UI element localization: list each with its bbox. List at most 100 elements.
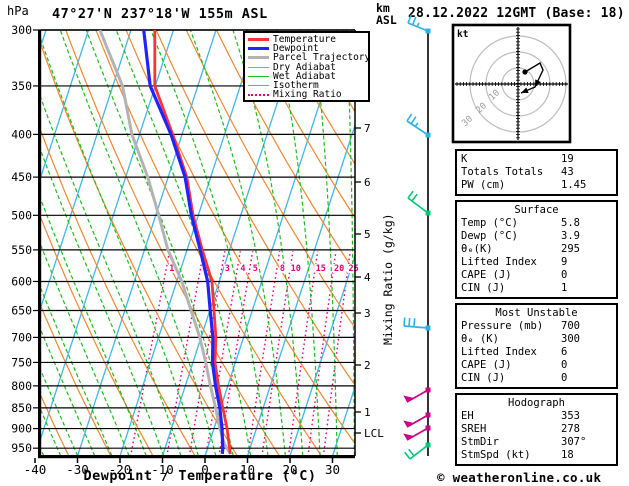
- pressure-tick-label: 400: [11, 127, 32, 141]
- stats-row: StmDir 307°: [461, 436, 612, 449]
- stats-value: 18: [561, 449, 574, 461]
- stats-value: 43: [561, 166, 574, 178]
- isotherm-line: [0, 30, 4, 456]
- stats-row: CAPE (J) 0: [461, 269, 612, 282]
- barb-level-dot: [425, 412, 431, 418]
- km-tick-label: 6: [364, 176, 371, 189]
- hodograph: kt102030: [451, 23, 572, 144]
- wind-barb: [403, 317, 431, 331]
- barb-feather: [413, 318, 416, 327]
- stats-row: K 19: [461, 153, 612, 166]
- isotherm-line: [76, 30, 217, 456]
- km-tick-label: 3: [364, 307, 371, 320]
- hodograph-unit-label: kt: [457, 29, 468, 40]
- stats-label: Temp (°C): [461, 217, 518, 229]
- stats-row: CIN (J) 1: [461, 282, 612, 295]
- lcl-marker-label: LCL: [364, 427, 384, 440]
- barb-half-feather: [414, 122, 419, 127]
- isotherm-line: [119, 30, 260, 456]
- stats-label: StmSpd (kt): [461, 449, 531, 461]
- stats-label: Totals Totals: [461, 166, 544, 178]
- wind-barb: [407, 190, 431, 216]
- legend-line-sample: [248, 47, 269, 51]
- stats-value: 1: [561, 282, 568, 294]
- barb-feather: [404, 451, 411, 460]
- stats-label: Lifted Index: [461, 256, 537, 268]
- barb-feather: [411, 16, 417, 26]
- mixing-ratio-value-label: 8: [280, 264, 285, 274]
- mixing-ratio-axis-title: Mixing Ratio (g/kg): [381, 213, 395, 345]
- barb-feather: [411, 193, 418, 202]
- barb-feather: [408, 448, 415, 457]
- barb-level-dot: [425, 442, 431, 448]
- plot-border-left: [38, 30, 42, 458]
- wind-barb-column: [403, 14, 431, 460]
- barb-feather: [410, 116, 417, 125]
- mixing-ratio-value-label: 5: [253, 264, 258, 274]
- pressure-tick-label: 700: [11, 330, 32, 344]
- barb-half-feather: [416, 22, 420, 28]
- barb-feather: [407, 14, 412, 24]
- legend-line-sample: [248, 85, 269, 87]
- stats-value: 19: [561, 153, 574, 165]
- stats-label: Lifted Index: [461, 346, 537, 358]
- legend-line-sample: [248, 56, 269, 60]
- stats-label: EH: [461, 410, 474, 422]
- km-tick-label: 1: [364, 406, 371, 419]
- barb-staff: [407, 197, 429, 214]
- stats-row: Lifted Index 6: [461, 346, 612, 359]
- stats-table-title: Surface: [514, 204, 559, 216]
- stats-label: θₑ(K): [461, 243, 493, 255]
- hodograph-start-dot: [522, 69, 528, 75]
- barb-staff: [406, 414, 429, 428]
- stats-label: SREH: [461, 423, 487, 435]
- barb-feather: [406, 113, 413, 122]
- stats-label: PW (cm): [461, 179, 506, 191]
- stats-label: CAPE (J): [461, 269, 512, 281]
- barb-feather: [408, 317, 411, 327]
- legend-label: Mixing Ratio: [273, 89, 342, 101]
- stats-value: 0: [561, 359, 568, 371]
- legend-row: Mixing Ratio: [248, 90, 365, 99]
- stats-row: Totals Totals 43: [461, 166, 612, 179]
- barb-pennant: [403, 395, 414, 402]
- plot-border-bottom: [38, 455, 355, 459]
- stats-row: EH 353: [461, 410, 612, 423]
- stats-label: θₑ (K): [461, 333, 499, 345]
- wind-barb: [407, 14, 431, 34]
- mixing-ratio-value-label: 4: [240, 264, 245, 274]
- stats-row: CAPE (J) 0: [461, 359, 612, 372]
- legend-line-sample: [248, 75, 269, 77]
- pressure-tick-label: 850: [11, 401, 32, 415]
- barb-staff: [406, 427, 429, 441]
- dry-adiabat-line: [41, 43, 238, 456]
- pressure-tick-label: 450: [11, 170, 32, 184]
- stats-row: PW (cm) 1.45: [461, 179, 612, 192]
- stats-table-title: Most Unstable: [495, 307, 578, 319]
- wind-barb: [403, 425, 431, 441]
- barb-staff: [406, 389, 429, 403]
- stats-row: Lifted Index 9: [461, 256, 612, 269]
- stats-value: 0: [561, 372, 568, 384]
- stats-table-title: Hodograph: [508, 397, 565, 409]
- legend-line-sample: [248, 93, 269, 96]
- stats-tables: K 19 Totals Totals 43 PW (cm) 1.45 Surface Temp…: [455, 149, 618, 470]
- stats-label: CIN (J): [461, 372, 506, 384]
- stats-row: SREH 278: [461, 423, 612, 436]
- km-tick-label: 7: [364, 122, 371, 135]
- stats-table: Surface Temp (°C) 5.8 Dewp (°C) 3.9 θₑ(K) 295 L…: [455, 200, 618, 299]
- mixing-ratio-value-label: 20: [334, 264, 344, 274]
- pressure-tick-label: 550: [11, 243, 32, 257]
- barb-pennant: [403, 420, 414, 427]
- stats-table: Most Unstable Pressure (mb) 700 θₑ (K) 300 Li…: [455, 303, 618, 389]
- barb-level-dot: [425, 325, 431, 331]
- wet-adiabat-line: [0, 30, 10, 456]
- barb-pennant: [403, 433, 414, 440]
- stats-value: 5.8: [561, 217, 580, 229]
- stats-value: 9: [561, 256, 568, 268]
- stats-row: StmSpd (kt) 18: [461, 449, 612, 462]
- stats-label: CAPE (J): [461, 359, 512, 371]
- stats-value: 1.45: [561, 179, 587, 191]
- pressure-tick-label: 600: [11, 274, 32, 288]
- pressure-tick-label: 750: [11, 355, 32, 369]
